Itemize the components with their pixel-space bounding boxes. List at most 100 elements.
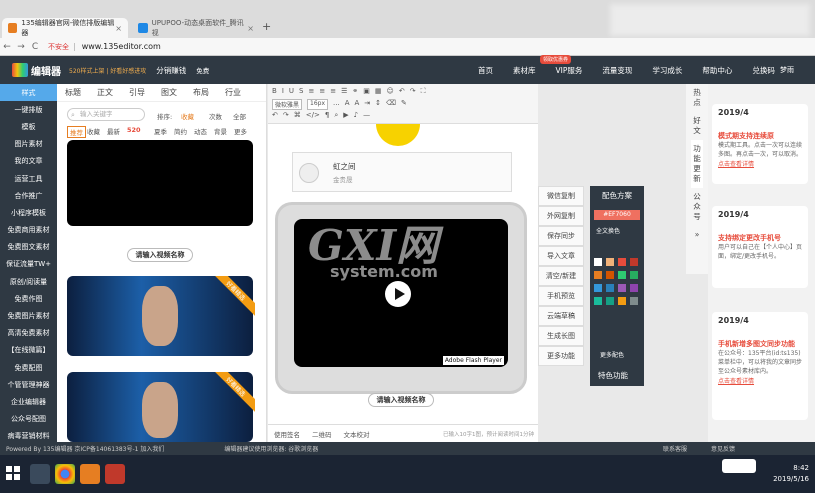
search-replace-icon[interactable]: ⌕ [334, 111, 338, 120]
news-card[interactable]: 2019/4 手机新增多图文同步功能 在公众号：135平台(id:ts135) … [712, 312, 808, 420]
filter-chip[interactable]: 推荐 [67, 126, 86, 138]
action-button[interactable]: 生成长图 [538, 326, 584, 346]
side-nav-updates[interactable]: 功能更新 [691, 140, 703, 188]
bg-color-icon[interactable]: A [355, 99, 360, 110]
filter-chip[interactable]: 最新 [107, 126, 120, 136]
sidebar-item[interactable]: 免费商用素材 [0, 222, 57, 239]
font-size-select[interactable]: 16px [307, 99, 329, 110]
news-title[interactable]: 手机新增多图文同步功能 [718, 339, 802, 349]
color-swatch[interactable] [606, 297, 614, 305]
tab-image-text[interactable]: 图文 [153, 87, 185, 98]
action-button[interactable]: 清空/新建 [538, 266, 584, 286]
more-colors-link[interactable]: 更多配色 [600, 350, 624, 359]
sidebar-item[interactable]: 小程序模板 [0, 204, 57, 221]
news-title[interactable]: 支持绑定更改手机号 [718, 233, 802, 243]
emoji-icon[interactable]: ☺ [387, 87, 394, 96]
color-swatch[interactable] [618, 258, 626, 266]
sidebar-item[interactable]: 免费配图 [0, 359, 57, 376]
sidebar-item[interactable]: 企业编辑器 [0, 393, 57, 410]
sidebar-item[interactable]: 【在线微篇】 [0, 342, 57, 359]
system-clock[interactable]: 8:42 2019/5/16 [773, 463, 809, 485]
indent-icon[interactable]: ⇥ [364, 99, 370, 110]
material-card-video[interactable]: 好看精选 [67, 276, 255, 356]
news-link[interactable]: 点击查看详情 [718, 376, 802, 385]
nav-monetize[interactable]: 流量变现 [592, 65, 642, 76]
more-icon[interactable]: ... [333, 99, 340, 110]
source-icon[interactable]: </> [306, 111, 320, 120]
tab-guide[interactable]: 引导 [121, 87, 153, 98]
color-swatch[interactable] [618, 271, 626, 279]
nav-help[interactable]: 帮助中心 [692, 65, 742, 76]
action-button[interactable]: 云端草稿 [538, 306, 584, 326]
align-left-icon[interactable]: ≡ [308, 87, 314, 96]
strike-icon[interactable]: S [299, 87, 303, 96]
action-button[interactable]: 更多功能 [538, 346, 584, 366]
sidebar-item[interactable]: 合作推广 [0, 187, 57, 204]
color-swatch[interactable] [606, 284, 614, 292]
align-right-icon[interactable]: ≡ [330, 87, 336, 96]
bold-icon[interactable]: B [272, 87, 277, 96]
promo-text[interactable]: 520样式上架 | 好看好感进攻 [69, 66, 146, 75]
news-title[interactable]: 模式期支持连续原 [718, 131, 802, 141]
action-button[interactable]: 微信复制 [538, 186, 584, 206]
tab-close-icon[interactable]: × [247, 24, 254, 33]
lineheight-icon[interactable]: ↕ [375, 99, 381, 110]
tab-layout[interactable]: 布局 [185, 87, 217, 98]
image-icon[interactable]: ▣ [363, 87, 370, 96]
filter-chip[interactable]: 收藏 [87, 126, 100, 136]
color-swatch[interactable] [618, 284, 626, 292]
list-icon[interactable]: ☰ [341, 87, 347, 96]
nav-materials[interactable]: 素材库 [503, 65, 546, 76]
sidebar-item[interactable]: 免费作图 [0, 290, 57, 307]
action-button[interactable]: 手机预览 [538, 286, 584, 306]
sidebar-item[interactable]: 一键排版 [0, 101, 57, 118]
color-swatch[interactable] [606, 271, 614, 279]
side-nav-articles[interactable]: 好文 [691, 112, 703, 140]
table-icon[interactable]: ▦ [375, 87, 382, 96]
material-card-video[interactable] [67, 140, 253, 226]
material-card-video[interactable]: 好看精选 [67, 372, 255, 442]
taskview-icon[interactable] [30, 464, 50, 484]
sidebar-item[interactable]: 我的文章 [0, 153, 57, 170]
sidebar-item[interactable]: 图片素材 [0, 136, 57, 153]
attach-icon[interactable]: ⌘ [294, 111, 301, 120]
divider-icon[interactable]: — [363, 111, 370, 120]
video-name-button[interactable]: 请输入视频名称 [368, 393, 434, 407]
undo-icon[interactable]: ↶ [399, 87, 405, 96]
action-button[interactable]: 导入文章 [538, 246, 584, 266]
nav-redeem[interactable]: 兑换码 [742, 65, 785, 76]
app-icon[interactable] [80, 464, 100, 484]
align-center-icon[interactable]: ≡ [319, 87, 325, 96]
font-family-select[interactable]: 微软雅黑 [272, 99, 303, 110]
color-swatch[interactable] [594, 297, 602, 305]
color-swatch[interactable] [618, 297, 626, 305]
music-card[interactable]: 虹之间 金贵晟 [292, 152, 512, 192]
color-swatch[interactable] [630, 271, 638, 279]
sidebar-item[interactable]: 原创/阅读量 [0, 273, 57, 290]
play-icon[interactable] [385, 281, 411, 307]
sidebar-item[interactable]: 保证流量TW+ [0, 256, 57, 273]
side-nav-hot[interactable]: 热点 [691, 84, 703, 112]
back-icon[interactable]: ← [0, 42, 14, 52]
sidebar-item[interactable]: 高清免费素材 [0, 325, 57, 342]
browser-tab-active[interactable]: 135编辑器官网-微信排版编辑器 × [2, 18, 128, 38]
format-icon[interactable]: ¶ [325, 111, 329, 120]
sidebar-item[interactable]: 免费图文素材 [0, 239, 57, 256]
music-play-icon[interactable] [299, 163, 319, 183]
news-card[interactable]: 2019/4 模式期支持连续原 模式期工具。点击一次可以连续多图。再点击一次，可… [712, 104, 808, 184]
nav-home[interactable]: 首页 [468, 65, 503, 76]
feedback-link[interactable]: 意见反馈 [711, 444, 735, 453]
action-button[interactable]: 保存同步 [538, 226, 584, 246]
sidebar-item[interactable]: 样式 [0, 84, 57, 102]
filter-chip[interactable]: 简约 [174, 126, 187, 136]
filter-chip[interactable]: 动态 [194, 126, 207, 136]
ime-toolbar-icon[interactable] [722, 459, 756, 473]
tab-title[interactable]: 标题 [57, 87, 89, 98]
filter-chip[interactable]: 夏季 [154, 126, 167, 136]
action-button[interactable]: 外网复制 [538, 206, 584, 226]
clear-format-icon[interactable]: ⌫ [386, 99, 396, 110]
tab-body[interactable]: 正文 [89, 87, 121, 98]
sidebar-item[interactable]: 个管管理神器 [0, 376, 57, 393]
tab-industry[interactable]: 行业 [217, 87, 249, 98]
new-tab-button[interactable]: + [262, 20, 271, 33]
